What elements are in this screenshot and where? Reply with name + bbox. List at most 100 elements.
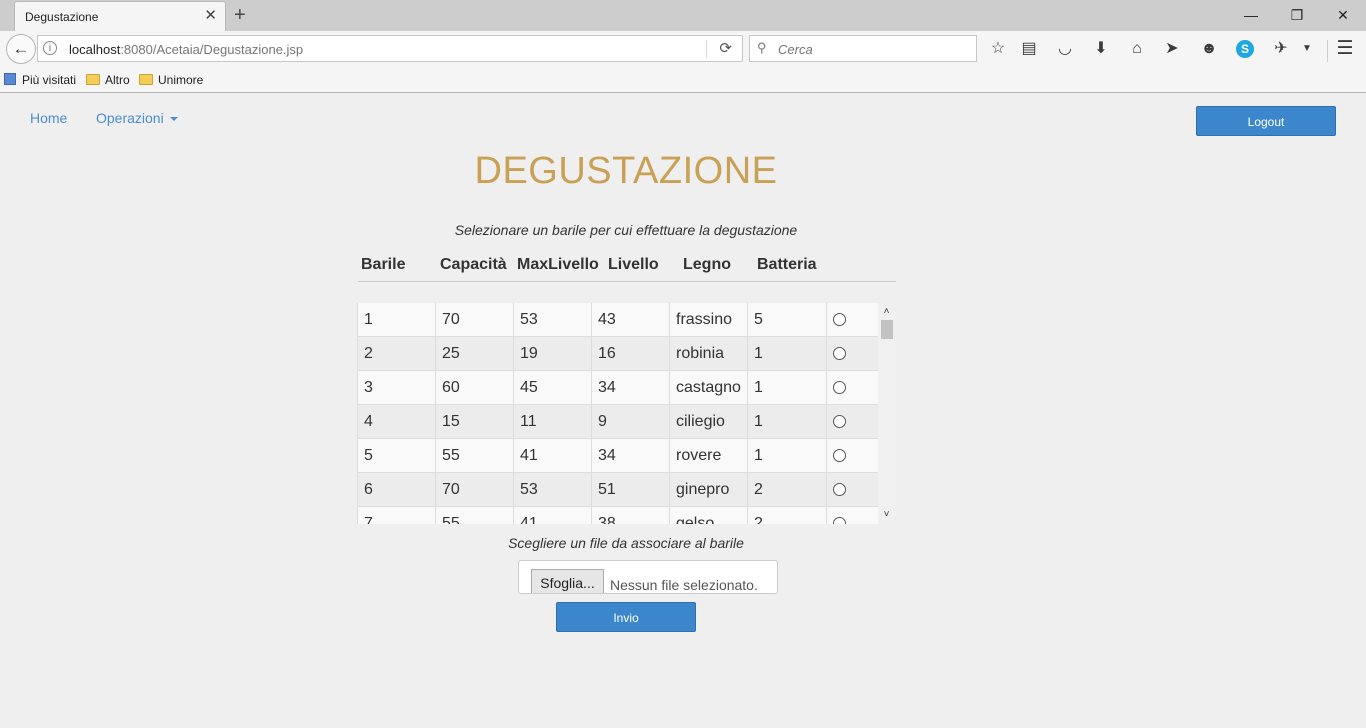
table-row[interactable]: 6 70 53 51 ginepro 2 bbox=[357, 473, 878, 507]
minimize-icon[interactable]: — bbox=[1228, 4, 1274, 26]
cell-batteria: 1 bbox=[747, 439, 826, 472]
table-row[interactable]: 1 70 53 43 frassino 5 bbox=[357, 303, 878, 337]
address-bar[interactable]: i localhost:8080/Acetaia/Degustazione.js… bbox=[37, 35, 743, 62]
skype-icon[interactable]: S bbox=[1236, 40, 1254, 58]
barrel-radio[interactable] bbox=[833, 449, 846, 462]
table-row[interactable]: 4 15 11 9 ciliegio 1 bbox=[357, 405, 878, 439]
most-visited-icon bbox=[4, 73, 16, 85]
cell-capacita: 70 bbox=[435, 303, 513, 336]
barrel-radio[interactable] bbox=[833, 381, 846, 394]
file-input[interactable]: Sfoglia... Nessun file selezionato. bbox=[518, 560, 778, 594]
table-row[interactable]: 5 55 41 34 rovere 1 bbox=[357, 439, 878, 473]
cell-batteria: 2 bbox=[747, 507, 826, 524]
header-capacita: Capacità bbox=[440, 256, 507, 273]
cell-legno: castagno bbox=[669, 371, 747, 404]
scroll-down-icon[interactable]: ˅ bbox=[878, 508, 895, 522]
reload-icon[interactable]: ⟳ bbox=[719, 39, 732, 57]
cell-maxlivello: 45 bbox=[513, 371, 591, 404]
cell-select bbox=[826, 473, 878, 506]
new-tab-icon[interactable]: + bbox=[234, 4, 246, 26]
table-row[interactable]: 3 60 45 34 castagno 1 bbox=[357, 371, 878, 405]
barrel-radio[interactable] bbox=[833, 517, 846, 524]
url-separator bbox=[706, 40, 707, 58]
home-icon[interactable]: ⌂ bbox=[1126, 38, 1148, 60]
table-row[interactable]: 2 25 19 16 robinia 1 bbox=[357, 337, 878, 371]
header-legno: Legno bbox=[683, 256, 731, 273]
window-close-icon[interactable]: ✕ bbox=[1320, 4, 1366, 26]
cell-legno: rovere bbox=[669, 439, 747, 472]
cell-maxlivello: 53 bbox=[513, 473, 591, 506]
menu-icon[interactable]: ☰ bbox=[1334, 38, 1356, 60]
cell-maxlivello: 41 bbox=[513, 439, 591, 472]
nav-operazioni-dropdown[interactable]: Operazioni bbox=[96, 110, 178, 126]
cell-capacita: 60 bbox=[435, 371, 513, 404]
barrel-radio[interactable] bbox=[833, 347, 846, 360]
table-instruction: Selezionare un barile per cui effettuare… bbox=[454, 222, 798, 238]
barrel-radio[interactable] bbox=[833, 415, 846, 428]
file-instruction: Scegliere un file da associare al barile bbox=[508, 535, 744, 551]
browser-tab[interactable]: Degustazione ✕ bbox=[14, 1, 226, 31]
cell-batteria: 2 bbox=[747, 473, 826, 506]
cell-maxlivello: 41 bbox=[513, 507, 591, 524]
cell-capacita: 25 bbox=[435, 337, 513, 370]
info-icon[interactable]: i bbox=[43, 41, 57, 55]
cell-select bbox=[826, 371, 878, 404]
cell-legno: ciliegio bbox=[669, 405, 747, 438]
restore-icon[interactable]: ❐ bbox=[1274, 4, 1320, 26]
bookmark-folder-unimore[interactable]: Unimore bbox=[139, 72, 203, 88]
cell-livello: 43 bbox=[591, 303, 669, 336]
close-tab-icon[interactable]: ✕ bbox=[204, 7, 217, 25]
bookmark-star-icon[interactable]: ☆ bbox=[987, 38, 1009, 60]
cell-capacita: 55 bbox=[435, 507, 513, 524]
bookmark-most-visited[interactable]: Più visitati bbox=[4, 72, 76, 88]
cell-barile: 4 bbox=[357, 405, 435, 438]
cell-barile: 3 bbox=[357, 371, 435, 404]
table-header: Barile Capacità MaxLivello Livello Legno… bbox=[358, 255, 896, 282]
scroll-thumb[interactable] bbox=[881, 320, 893, 339]
barrels-table[interactable]: 1 70 53 43 frassino 5 2 25 19 16 robinia… bbox=[357, 303, 895, 524]
submit-button[interactable]: Invio bbox=[556, 602, 696, 632]
nav-home-link[interactable]: Home bbox=[30, 110, 67, 126]
extension-icon[interactable]: ✈ bbox=[1270, 38, 1292, 60]
reading-list-icon[interactable]: ▤ bbox=[1018, 38, 1040, 60]
logout-button[interactable]: Logout bbox=[1196, 106, 1336, 136]
caret-down-icon bbox=[169, 117, 178, 122]
header-maxlivello: MaxLivello bbox=[517, 256, 599, 273]
cell-barile: 2 bbox=[357, 337, 435, 370]
cell-legno: gelso bbox=[669, 507, 747, 524]
download-icon[interactable]: ⬇ bbox=[1090, 38, 1112, 60]
barrel-radio[interactable] bbox=[833, 313, 846, 326]
cell-select bbox=[826, 405, 878, 438]
cell-legno: ginepro bbox=[669, 473, 747, 506]
folder-icon bbox=[139, 74, 153, 85]
cell-livello: 16 bbox=[591, 337, 669, 370]
table-scrollbar[interactable]: ˄ ˅ bbox=[878, 303, 895, 524]
cell-maxlivello: 19 bbox=[513, 337, 591, 370]
pocket-icon[interactable]: ◡ bbox=[1054, 38, 1076, 60]
search-input[interactable] bbox=[776, 38, 970, 60]
header-batteria: Batteria bbox=[757, 256, 817, 273]
bookmarks-bar: Più visitati Altro Unimore bbox=[0, 68, 1366, 93]
cell-batteria: 5 bbox=[747, 303, 826, 336]
page-title: DEGUSTAZIONE bbox=[474, 150, 778, 192]
search-bar[interactable]: ⚲ bbox=[749, 35, 977, 62]
url-text[interactable]: localhost:8080/Acetaia/Degustazione.jsp bbox=[69, 42, 303, 57]
cell-legno: frassino bbox=[669, 303, 747, 336]
barrel-radio[interactable] bbox=[833, 483, 846, 496]
cell-capacita: 15 bbox=[435, 405, 513, 438]
cell-batteria: 1 bbox=[747, 405, 826, 438]
cell-batteria: 1 bbox=[747, 337, 826, 370]
cell-select bbox=[826, 337, 878, 370]
back-arrow-icon[interactable]: ← bbox=[6, 34, 36, 64]
send-icon[interactable]: ➤ bbox=[1161, 38, 1183, 60]
chat-icon[interactable]: ☻ bbox=[1198, 38, 1220, 60]
cell-legno: robinia bbox=[669, 337, 747, 370]
chevron-down-icon[interactable]: ▼ bbox=[1296, 38, 1318, 60]
scroll-up-icon[interactable]: ˄ bbox=[878, 305, 895, 319]
cell-select bbox=[826, 439, 878, 472]
cell-livello: 9 bbox=[591, 405, 669, 438]
bookmark-folder-altro[interactable]: Altro bbox=[86, 72, 130, 88]
browse-button[interactable]: Sfoglia... bbox=[531, 569, 604, 593]
cell-select bbox=[826, 507, 878, 524]
table-row[interactable]: 7 55 41 38 gelso 2 bbox=[357, 507, 878, 524]
